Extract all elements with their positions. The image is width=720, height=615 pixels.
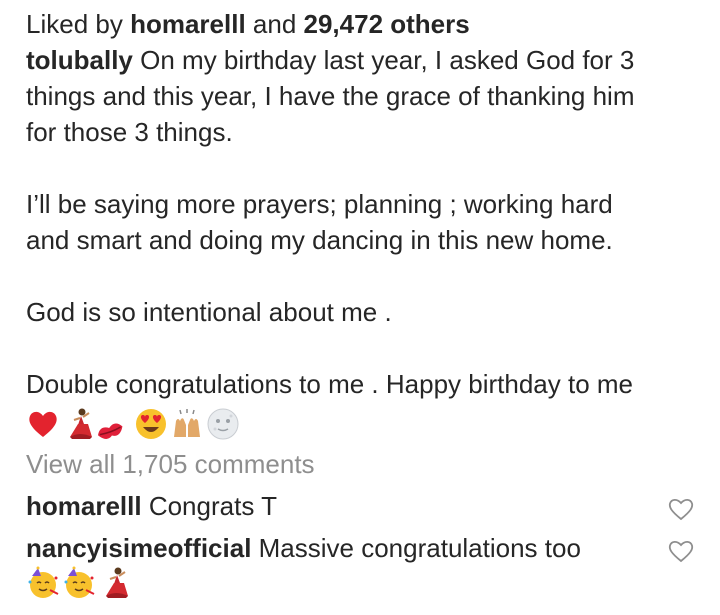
full-moon-face-emoji-icon [206, 407, 240, 441]
caption-line-4: I’ll be saying more prayers; planning ; … [26, 189, 613, 219]
partying-face-emoji-icon [62, 566, 96, 600]
likes-prefix: Liked by [26, 9, 131, 39]
kiss-mark-emoji-icon [97, 407, 132, 441]
view-all-comments-link[interactable]: View all 1,705 comments [26, 446, 696, 482]
likes-line: Liked by homarelll and 29,472 others [26, 6, 696, 42]
caption-emoji-row [26, 404, 696, 444]
caption-line-2: things and this year, I have the grace o… [26, 81, 635, 111]
caption-username-link[interactable]: tolubally [26, 45, 133, 75]
liked-by-user-link[interactable]: homarelll [130, 9, 246, 39]
caption-line-5: and smart and doing my dancing in this n… [26, 225, 613, 255]
comment-text: Congrats T [141, 491, 277, 521]
like-heart-icon[interactable] [668, 536, 694, 563]
comment-emoji-row [26, 566, 696, 600]
likes-middle: and [245, 9, 304, 39]
comment-text: Massive congratulations too [251, 533, 581, 563]
post-caption-area: Liked by homarelll and 29,472 others tol… [26, 6, 696, 600]
comment-item: homarelll Congrats T [26, 488, 694, 524]
dancer-emoji-icon [98, 566, 132, 600]
comment-item: nancyisimeofficial Massive congratulatio… [26, 530, 694, 566]
caption-line-6: God is so intentional about me . [26, 297, 392, 327]
caption-line-1: tolubally On my birthday last year, I as… [26, 42, 696, 78]
like-heart-icon[interactable] [668, 494, 694, 521]
caption-line-3: for those 3 things. [26, 117, 233, 147]
caption-line-7: Double congratulations to me . Happy bir… [26, 369, 634, 399]
partying-face-emoji-icon [26, 566, 60, 600]
raised-hands-emoji-icon [170, 407, 204, 441]
comment-username-link[interactable]: nancyisimeofficial [26, 533, 251, 563]
caption-text-1: On my birthday last year, I asked God fo… [132, 45, 635, 75]
likes-count-link[interactable]: 29,472 others [304, 9, 470, 39]
heart-eyes-emoji-icon [134, 407, 168, 441]
red-heart-emoji-icon [26, 407, 60, 441]
comment-username-link[interactable]: homarelll [26, 491, 142, 521]
